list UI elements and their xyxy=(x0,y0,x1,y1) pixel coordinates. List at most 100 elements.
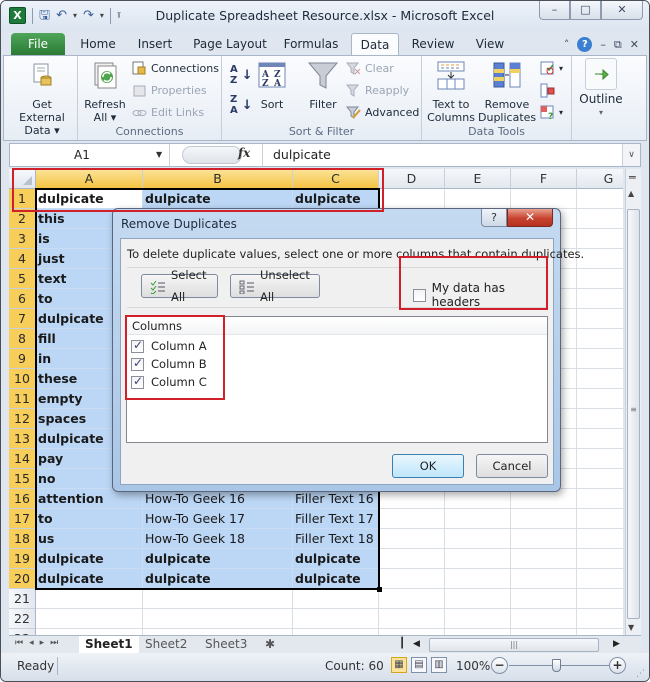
properties-button[interactable]: Properties xyxy=(132,81,207,99)
row-header-14[interactable]: 14 xyxy=(9,449,36,469)
cell-g18[interactable] xyxy=(577,529,623,549)
zoom-in-button[interactable]: + xyxy=(609,657,626,674)
cell-c16[interactable]: Filler Text 16 xyxy=(293,489,379,509)
cell-f1[interactable] xyxy=(511,189,577,209)
sheet-tab-sheet2[interactable]: Sheet2 xyxy=(139,636,193,653)
column-option-b[interactable]: Column B xyxy=(131,356,207,371)
column-c-checkbox[interactable] xyxy=(131,374,144,389)
edit-links-button[interactable]: Edit Links xyxy=(132,103,204,121)
cell-a18[interactable]: us xyxy=(36,529,143,549)
column-option-c[interactable]: Column C xyxy=(131,374,207,389)
column-header-d[interactable]: D xyxy=(379,169,445,189)
zoom-out-button[interactable]: − xyxy=(491,657,508,674)
next-sheet-icon[interactable]: ▸ xyxy=(40,638,51,648)
cell-g11[interactable] xyxy=(577,389,623,409)
horizontal-scroll-thumb[interactable]: ||| xyxy=(429,638,599,652)
row-header-1[interactable]: 1 xyxy=(9,189,36,209)
tab-formulas[interactable]: Formulas xyxy=(279,33,343,55)
row-header-16[interactable]: 16 xyxy=(9,489,36,509)
cell-g16[interactable] xyxy=(577,489,623,509)
normal-view-icon[interactable]: ▦ xyxy=(391,657,407,673)
consolidate-button[interactable] xyxy=(540,81,555,99)
row-header-3[interactable]: 3 xyxy=(9,229,36,249)
cell-c17[interactable]: Filler Text 17 xyxy=(293,509,379,529)
split-box-icon[interactable]: ═ xyxy=(629,171,636,184)
advanced-filter-button[interactable]: Advanced xyxy=(345,103,419,121)
cell-e16[interactable] xyxy=(445,489,511,509)
row-header-9[interactable]: 9 xyxy=(9,349,36,369)
row-header-19[interactable]: 19 xyxy=(9,549,36,569)
cell-g9[interactable] xyxy=(577,349,623,369)
cell-e21[interactable] xyxy=(445,589,511,609)
minimize-ribbon-icon[interactable]: ˄ xyxy=(564,38,570,51)
cell-f22[interactable] xyxy=(511,609,577,629)
cell-g13[interactable] xyxy=(577,429,623,449)
cell-e17[interactable] xyxy=(445,509,511,529)
cell-d18[interactable] xyxy=(379,529,445,549)
cell-b18[interactable]: How-To Geek 18 xyxy=(143,529,293,549)
cell-f16[interactable] xyxy=(511,489,577,509)
cell-g3[interactable] xyxy=(577,229,623,249)
vertical-scroll-thumb[interactable]: ≡ xyxy=(627,209,640,619)
cell-a17[interactable]: to xyxy=(36,509,143,529)
cell-f20[interactable] xyxy=(511,569,577,589)
first-sheet-icon[interactable]: ⏮ xyxy=(15,638,29,648)
row-header-18[interactable]: 18 xyxy=(9,529,36,549)
sort-z-to-a-button[interactable]: Z A ↓ xyxy=(230,94,253,116)
zoom-slider-thumb[interactable] xyxy=(552,659,561,672)
ok-button[interactable]: OK xyxy=(392,454,464,478)
cell-c21[interactable] xyxy=(293,589,379,609)
columns-list[interactable]: Columns Column A Column B Column C xyxy=(126,316,548,443)
page-layout-view-icon[interactable]: ▤ xyxy=(411,657,427,673)
column-a-checkbox[interactable] xyxy=(131,338,144,353)
cell-g2[interactable] xyxy=(577,209,623,229)
cell-g19[interactable] xyxy=(577,549,623,569)
cell-g22[interactable] xyxy=(577,609,623,629)
dialog-close-button[interactable]: ✕ xyxy=(507,209,553,227)
sheet-tab-sheet3[interactable]: Sheet3 xyxy=(199,636,253,653)
row-header-22[interactable]: 22 xyxy=(9,609,36,629)
column-header-b[interactable]: B xyxy=(143,169,293,189)
close-button[interactable]: ✕ xyxy=(601,1,643,20)
scroll-left-icon[interactable]: ◀ xyxy=(413,639,420,649)
cell-d16[interactable] xyxy=(379,489,445,509)
workbook-restore-icon[interactable]: ⧉ xyxy=(614,38,622,52)
reapply-button[interactable]: Reapply xyxy=(345,81,409,99)
scroll-up-icon[interactable]: ▲ xyxy=(628,189,634,198)
refresh-all-button[interactable]: Refresh All ▾ xyxy=(82,60,128,124)
cell-a16[interactable]: attention xyxy=(36,489,143,509)
cell-f21[interactable] xyxy=(511,589,577,609)
cell-g7[interactable] xyxy=(577,309,623,329)
row-header-21[interactable]: 21 xyxy=(9,589,36,609)
cell-d20[interactable] xyxy=(379,569,445,589)
data-validation-button[interactable]: ▾ xyxy=(540,59,563,77)
tab-data[interactable]: Data xyxy=(351,33,399,55)
cell-c20[interactable]: dulpicate xyxy=(293,569,379,589)
column-b-checkbox[interactable] xyxy=(131,356,144,371)
cell-g21[interactable] xyxy=(577,589,623,609)
cell-g20[interactable] xyxy=(577,569,623,589)
column-header-e[interactable]: E xyxy=(445,169,511,189)
horizontal-scrollbar[interactable]: ┃ ◀ ||| ▶ xyxy=(399,638,637,652)
tab-insert[interactable]: Insert xyxy=(129,33,181,55)
cell-e1[interactable] xyxy=(445,189,511,209)
cell-g14[interactable] xyxy=(577,449,623,469)
get-external-data-button[interactable]: Get External Data ▾ xyxy=(10,60,74,137)
cell-b1[interactable]: dulpicate xyxy=(143,189,293,209)
scroll-right-icon[interactable]: ▶ xyxy=(613,639,620,649)
tab-view[interactable]: View xyxy=(467,33,513,55)
my-data-has-headers-option[interactable]: My data has headers xyxy=(413,281,553,309)
cell-e20[interactable] xyxy=(445,569,511,589)
scroll-down-icon[interactable]: ▼ xyxy=(628,623,634,632)
column-header-g[interactable]: G xyxy=(577,169,623,189)
expand-formula-bar-icon[interactable]: ∨ xyxy=(622,144,640,166)
tab-page-layout[interactable]: Page Layout xyxy=(189,33,271,55)
row-header-17[interactable]: 17 xyxy=(9,509,36,529)
row-header-5[interactable]: 5 xyxy=(9,269,36,289)
what-if-analysis-button[interactable]: ? ▾ xyxy=(540,103,563,122)
tab-split-handle[interactable]: ┃ xyxy=(399,638,405,649)
insert-sheet-icon[interactable]: ✱ xyxy=(259,636,281,653)
cell-b21[interactable] xyxy=(143,589,293,609)
cell-g5[interactable] xyxy=(577,269,623,289)
formula-bar-divider-handle[interactable] xyxy=(182,146,242,164)
